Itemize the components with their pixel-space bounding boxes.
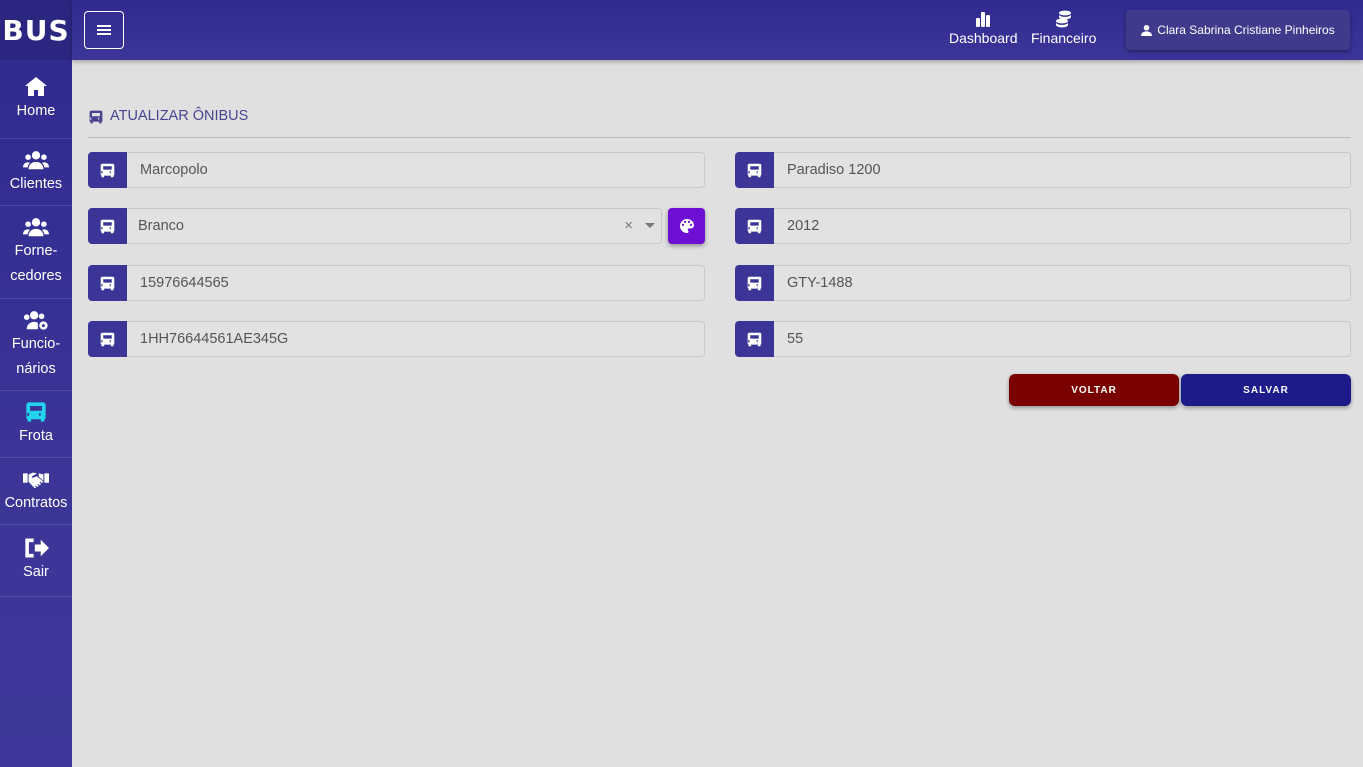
brand-input[interactable]: Marcopolo [127, 152, 705, 188]
users-cog-icon [23, 310, 48, 330]
sidebar-item-label-line1: Forne- [14, 243, 58, 259]
sign-out-icon [25, 538, 49, 558]
handshake-icon [23, 472, 49, 488]
user-menu-button[interactable]: Clara Sabrina Cristiane Pinheiros [1126, 10, 1350, 50]
sidebar-item-label: Clientes [9, 175, 63, 192]
bus-icon [88, 265, 127, 301]
nav-financeiro-label: Financeiro [1031, 30, 1097, 46]
chassis-input[interactable]: 1HH76644561AE345G [127, 321, 705, 357]
capacity-input[interactable]: 55 [774, 321, 1351, 357]
page-title: ATUALIZAR ÔNIBUS [88, 108, 1351, 138]
model-field: Paradiso 1200 [735, 152, 1351, 188]
bus-icon [88, 321, 127, 357]
renavam-input[interactable]: 15976644565 [127, 265, 705, 301]
nav-dashboard-label: Dashboard [949, 30, 1018, 46]
sidebar-item-sair[interactable]: Sair [0, 525, 72, 597]
bus-icon [23, 400, 49, 424]
sidebar-item-label: Sair [23, 564, 49, 580]
sidebar-item-clientes[interactable]: Clientes [0, 139, 72, 206]
user-icon [1141, 24, 1153, 36]
renavam-field: 15976644565 [88, 265, 705, 301]
sidebar-item-funcionarios[interactable]: Funcio- nários [0, 299, 72, 391]
model-input[interactable]: Paradiso 1200 [774, 152, 1351, 188]
bar-chart-icon [976, 12, 991, 27]
coins-icon [1055, 10, 1071, 28]
palette-icon [679, 219, 694, 233]
plate-field: GTY-1488 [735, 265, 1351, 301]
year-input[interactable]: 2012 [774, 208, 1351, 244]
sidebar-item-label-line2: cedores [10, 268, 62, 284]
sidebar: BUS Home Clientes Forne- cedores Funcio-… [0, 0, 72, 767]
sidebar-item-label: Frota [19, 427, 53, 444]
sidebar-item-label: Contratos [4, 494, 68, 511]
menu-toggle-button[interactable] [84, 11, 124, 49]
sidebar-item-label: Home [16, 102, 56, 119]
sidebar-item-fornecedores[interactable]: Forne- cedores [0, 206, 72, 299]
nav-dashboard-link[interactable]: Dashboard [949, 10, 1018, 46]
capacity-field: 55 [735, 321, 1351, 357]
hamburger-icon [97, 23, 111, 37]
year-field: 2012 [735, 208, 1351, 244]
bus-icon [735, 321, 774, 357]
back-button[interactable]: VOLTAR [1009, 374, 1179, 406]
save-button[interactable]: SALVAR [1181, 374, 1351, 406]
chassis-field: 1HH76644561AE345G [88, 321, 705, 357]
nav-financeiro-link[interactable]: Financeiro [1031, 10, 1096, 46]
brand-field: Marcopolo [88, 152, 705, 188]
bus-icon [735, 265, 774, 301]
sidebar-item-label-line2: nários [16, 360, 56, 377]
color-field: Branco × [88, 208, 705, 244]
sidebar-item-contratos[interactable]: Contratos [0, 458, 72, 525]
sidebar-item-label-line1: Funcio- [11, 335, 61, 352]
chevron-down-icon[interactable] [645, 223, 655, 228]
color-palette-button[interactable] [668, 208, 705, 244]
color-select[interactable]: Branco [127, 208, 662, 244]
clear-icon[interactable]: × [624, 217, 633, 234]
bus-icon [735, 152, 774, 188]
user-name: Clara Sabrina Cristiane Pinheiros [1157, 23, 1335, 37]
page-title-text: ATUALIZAR ÔNIBUS [110, 108, 249, 124]
bus-icon [88, 109, 104, 125]
bus-icon [88, 208, 127, 244]
users-icon [23, 150, 49, 169]
top-navbar: Dashboard Financeiro Clara Sabrina Crist… [72, 0, 1363, 60]
home-icon [25, 76, 47, 96]
users-icon [23, 218, 49, 237]
sidebar-item-home[interactable]: Home [0, 60, 72, 139]
bus-icon [735, 208, 774, 244]
brand-logo[interactable]: BUS [0, 0, 72, 60]
plate-input[interactable]: GTY-1488 [774, 265, 1351, 301]
bus-icon [88, 152, 127, 188]
sidebar-item-frota[interactable]: Frota [0, 391, 72, 458]
